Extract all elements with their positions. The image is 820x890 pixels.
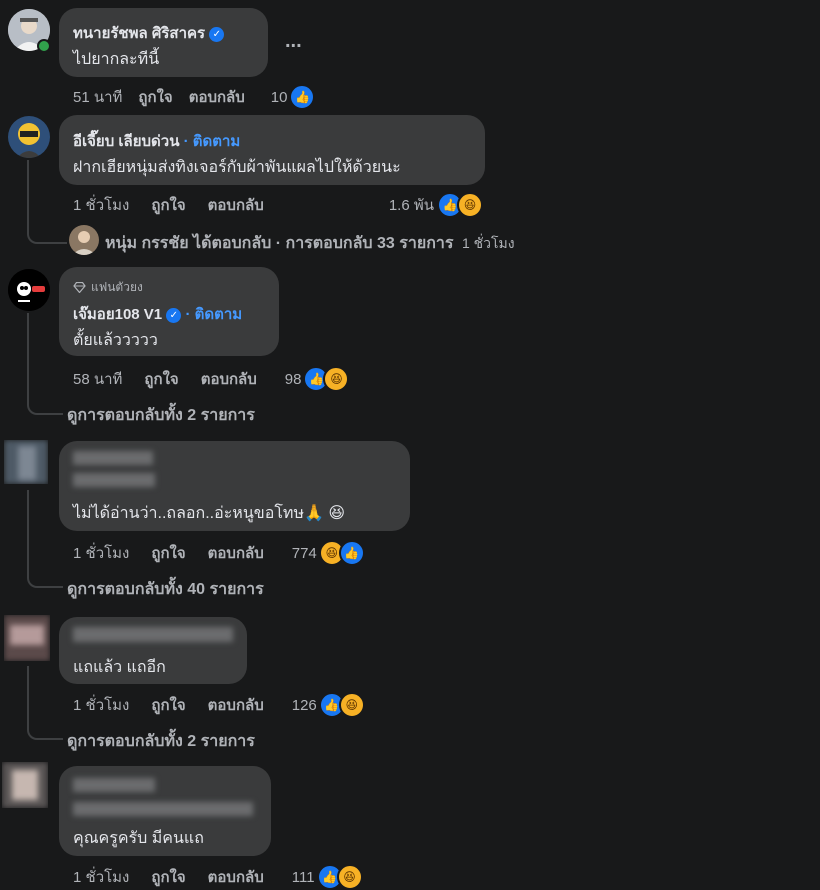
like-button[interactable]: ถูกใจ	[151, 193, 185, 217]
haha-reaction-icon: 😆	[323, 366, 350, 392]
comment-author[interactable]: อีเจี๊ยบ เลียบด่วน	[73, 133, 179, 150]
avatar-blurred[interactable]	[4, 440, 48, 484]
reply-button[interactable]: ตอบกลับ	[208, 865, 264, 889]
blurred-author-name	[73, 627, 233, 642]
reaction-count: 98	[284, 370, 302, 388]
blurred-author-name	[73, 451, 153, 465]
reaction-summary[interactable]: 111 👍 😆	[292, 864, 363, 890]
blurred-author-name	[73, 473, 155, 487]
avatar-blurred[interactable]	[2, 762, 48, 808]
comment-text: ไปยากละทีนี้	[73, 51, 160, 68]
thread-line	[27, 313, 29, 401]
like-reaction-icon: 👍	[338, 540, 365, 566]
haha-reaction-icon: 😆	[336, 864, 363, 890]
thread-connector	[27, 562, 63, 588]
avatar-portrait-icon	[69, 225, 99, 255]
reply-button[interactable]: ตอบกลับ	[189, 85, 245, 109]
reply-summary: หนุ่ม กรรชัย ได้ตอบกลับ · การตอบกลับ 33 …	[105, 231, 515, 256]
follow-link[interactable]: · ติดตาม	[184, 133, 241, 150]
reply-author[interactable]: หนุ่ม กรรชัย	[105, 235, 189, 252]
comment-author[interactable]: ทนายรัชพล ศิริสาคร	[73, 25, 205, 42]
like-button[interactable]: ถูกใจ	[144, 367, 178, 391]
fan-badge-label[interactable]: แฟนตัวยง	[91, 278, 143, 297]
thread-connector	[27, 216, 67, 244]
comment-text: ไม่ได้อ่านว่า..ถลอก..อ่ะหนูขอโทษ🙏 😆	[73, 505, 346, 522]
reaction-summary[interactable]: 126 👍 😆	[292, 692, 365, 718]
reply-summary-time: 1 ชั่วโมง	[461, 235, 515, 251]
comment-text: แถแล้ว แถอีก	[73, 659, 166, 676]
thread-connector	[27, 714, 63, 740]
like-button[interactable]: ถูกใจ	[138, 85, 172, 109]
blurred-author-name	[73, 802, 253, 816]
comment-bubble[interactable]: แถแล้ว แถอีก	[59, 617, 247, 684]
view-replies-link[interactable]: ดูการตอบกลับทั้ง 2 รายการ	[67, 729, 255, 754]
reaction-summary[interactable]: 774 😆 👍	[292, 540, 365, 566]
avatar-cartoon-icon	[8, 116, 50, 158]
reaction-count: 1.6 พัน	[388, 197, 434, 214]
comment-timestamp[interactable]: 1 ชั่วโมง	[73, 865, 129, 889]
reaction-summary[interactable]: 10 👍	[271, 84, 316, 110]
thread-connector	[27, 390, 63, 415]
view-replies-link[interactable]: ดูการตอบกลับทั้ง 40 รายการ	[67, 577, 264, 602]
comment-author[interactable]: เจ๊มอย108 V1	[73, 306, 162, 323]
comment-bubble[interactable]: ทนายรัชพล ศิริสาคร ✓ ไปยากละทีนี้	[59, 8, 268, 77]
comment-bubble[interactable]: อีเจี๊ยบ เลียบด่วน · ติดตาม ฝากเฮียหนุ่ม…	[59, 115, 485, 185]
reaction-count: 111	[291, 868, 315, 886]
verified-badge-icon: ✓	[209, 27, 225, 42]
reply-avatar[interactable]	[69, 225, 99, 255]
reply-summary-text[interactable]: ได้ตอบกลับ · การตอบกลับ 33 รายการ	[193, 235, 453, 252]
comment-text: ตั้ยแล้ววววว	[73, 332, 158, 349]
haha-reaction-icon: 😆	[457, 192, 483, 218]
like-button[interactable]: ถูกใจ	[151, 693, 185, 717]
comment-timestamp[interactable]: 1 ชั่วโมง	[73, 193, 129, 217]
comment-text: ฝากเฮียหนุ่มส่งทิงเจอร์กับผ้าพันแผลไปให้…	[73, 159, 401, 176]
comment-timestamp[interactable]: 58 นาที	[73, 367, 122, 391]
avatar-logo-icon	[8, 269, 50, 311]
verified-badge-icon: ✓	[166, 308, 182, 323]
like-button[interactable]: ถูกใจ	[151, 541, 185, 565]
comment-timestamp[interactable]: 51 นาที	[73, 85, 122, 109]
comment-text: คุณครูครับ มีคนแถ	[73, 830, 204, 847]
reply-button[interactable]: ตอบกลับ	[208, 693, 264, 717]
comment-bubble[interactable]: แฟนตัวยง เจ๊มอย108 V1 ✓ · ติดตาม ตั้ยแล้…	[59, 267, 279, 356]
reply-button[interactable]: ตอบกลับ	[201, 367, 257, 391]
reaction-summary[interactable]: 1.6 พัน 👍 😆	[389, 192, 483, 218]
reply-button[interactable]: ตอบกลับ	[208, 541, 264, 565]
comment-timestamp[interactable]: 1 ชั่วโมง	[73, 541, 129, 565]
diamond-badge-icon	[73, 282, 86, 293]
avatar-blurred[interactable]	[4, 615, 50, 661]
reaction-count: 126	[291, 696, 317, 714]
avatar[interactable]	[8, 116, 50, 158]
comment-bubble[interactable]: คุณครูครับ มีคนแถ	[59, 766, 271, 856]
online-status-dot	[37, 39, 51, 53]
blurred-author-name	[73, 778, 155, 792]
follow-link[interactable]: · ติดตาม	[186, 306, 243, 323]
avatar[interactable]	[8, 269, 50, 311]
comment-bubble[interactable]: ไม่ได้อ่านว่า..ถลอก..อ่ะหนูขอโทษ🙏 😆	[59, 441, 410, 531]
reaction-count: 10	[270, 88, 288, 106]
reply-button[interactable]: ตอบกลับ	[208, 193, 264, 217]
like-reaction-icon: 👍	[289, 84, 316, 110]
reaction-summary[interactable]: 98 👍 😆	[285, 366, 350, 392]
view-replies-link[interactable]: ดูการตอบกลับทั้ง 2 รายการ	[67, 403, 255, 428]
haha-reaction-icon: 😆	[338, 692, 365, 718]
comment-timestamp[interactable]: 1 ชั่วโมง	[73, 693, 129, 717]
reaction-count: 774	[291, 544, 317, 562]
more-options-icon[interactable]: ...	[285, 30, 302, 53]
like-button[interactable]: ถูกใจ	[151, 865, 185, 889]
